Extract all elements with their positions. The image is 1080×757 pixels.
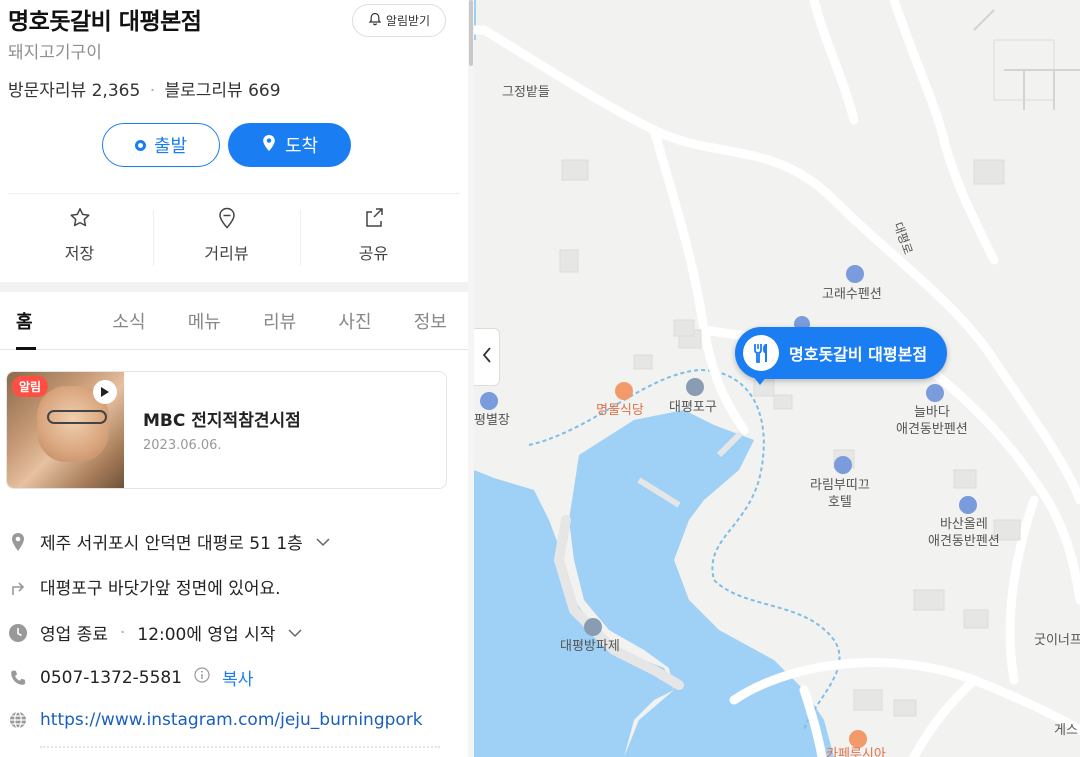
blog-reviews-link[interactable]: 블로그리뷰 669 <box>165 81 281 101</box>
save-button[interactable]: 저장 <box>6 200 153 270</box>
lodging-icon[interactable] <box>480 392 498 410</box>
arrive-button[interactable]: 도착 <box>228 123 351 167</box>
share-label: 공유 <box>358 244 389 263</box>
marker-tail <box>753 376 767 385</box>
action-bar: 저장 거리뷰 공유 <box>6 200 447 270</box>
share-button[interactable]: 공유 <box>300 200 447 270</box>
chevron-down-icon[interactable] <box>315 532 331 552</box>
alarm-label: 알림받기 <box>385 14 431 28</box>
chevron-down-icon[interactable] <box>287 623 303 643</box>
alarm-button[interactable]: 알림받기 <box>352 4 446 37</box>
copy-button[interactable]: 복사 <box>222 665 253 690</box>
depart-label: 출발 <box>153 136 188 157</box>
place-panel: 명호돗갈비 대평본점 돼지고기구이 방문자리뷰 2,365 · 블로그리뷰 66… <box>0 0 468 757</box>
divider <box>8 193 460 194</box>
origin-dot-icon <box>134 139 146 151</box>
map-label-basan[interactable]: 바산올레 애견동반펜션 <box>928 516 1000 550</box>
tab-info[interactable]: 정보 <box>393 292 468 349</box>
tab-photos[interactable]: 사진 <box>317 292 392 349</box>
map-label-goraesu[interactable]: 고래수펜션 <box>822 286 882 303</box>
map-label-guesthouse[interactable]: 굿이너프 <box>1034 632 1080 649</box>
address-row[interactable]: 제주 서귀포시 안덕면 대평로 51 1층 <box>8 529 331 554</box>
place-category: 돼지고기구이 <box>8 43 102 63</box>
news-title: MBC 전지적참견시점 <box>143 411 301 431</box>
map-label-breakwater[interactable]: 대평방파제 <box>560 638 620 655</box>
directions-row: 대평포구 바닷가앞 정면에 있어요. <box>8 574 281 599</box>
breakwater-icon[interactable] <box>584 618 602 636</box>
review-counts: 방문자리뷰 2,365 · 블로그리뷰 669 <box>8 76 281 101</box>
restaurant-icon[interactable] <box>615 382 633 400</box>
next-row-partial <box>40 746 440 757</box>
lodging-icon[interactable] <box>959 496 977 514</box>
tab-reviews[interactable]: 리뷰 <box>242 292 317 349</box>
business-hours: 12:00에 영업 시작 <box>137 625 276 645</box>
phone-icon <box>8 669 28 687</box>
tab-bar: 홈 소식 메뉴 리뷰 사진 정보 <box>0 292 468 350</box>
bell-icon <box>368 12 382 29</box>
dot-separator: · <box>119 622 126 643</box>
news-card[interactable]: 알림 MBC 전지적참견시점 2023.06.06. <box>6 371 447 489</box>
hours-row[interactable]: 영업 종료 · 12:00에 영업 시작 <box>8 620 303 645</box>
location-pin-icon <box>8 532 28 552</box>
tab-news[interactable]: 소식 <box>91 292 166 349</box>
marker-label: 명호돗갈비 대평본점 <box>789 345 928 364</box>
address-text: 제주 서귀포시 안덕면 대평로 51 1층 <box>40 534 303 554</box>
turn-arrow-icon <box>8 578 28 596</box>
collapse-panel-button[interactable] <box>474 328 500 386</box>
depart-button[interactable]: 출발 <box>102 123 220 167</box>
save-label: 저장 <box>64 244 95 263</box>
globe-icon <box>8 711 28 729</box>
visitor-reviews-link[interactable]: 방문자리뷰 2,365 <box>8 81 140 101</box>
thumbnail-glasses <box>47 410 107 424</box>
star-icon <box>68 206 92 234</box>
map-label-port[interactable]: 대평포구 <box>669 399 717 416</box>
map-label-field: 그정밭들 <box>502 85 550 100</box>
arrive-label: 도착 <box>284 136 319 157</box>
scrollbar-thumb[interactable] <box>469 0 473 66</box>
lodging-icon[interactable] <box>926 384 944 402</box>
lodging-icon[interactable] <box>846 265 864 283</box>
tab-home[interactable]: 홈 <box>0 292 91 350</box>
notice-badge: 알림 <box>12 376 49 397</box>
clock-icon <box>8 623 28 643</box>
directions-text: 대평포구 바닷가앞 정면에 있어요. <box>40 579 281 599</box>
lodging-icon[interactable] <box>834 456 852 474</box>
restaurant-icon <box>743 335 779 371</box>
news-date: 2023.06.06. <box>143 438 222 453</box>
chevron-left-icon <box>482 346 492 368</box>
share-icon <box>362 206 386 234</box>
phone-number[interactable]: 0507-1372-5581 <box>40 668 182 688</box>
play-icon[interactable] <box>93 380 117 404</box>
business-status: 영업 종료 <box>40 625 108 645</box>
info-circle-icon[interactable] <box>194 667 210 688</box>
phone-row: 0507-1372-5581 복사 <box>8 665 253 690</box>
place-title: 명호돗갈비 대평본점 <box>8 9 202 35</box>
map-label-east[interactable]: 게스 <box>1054 722 1078 739</box>
map-label-neulbada[interactable]: 늘바다 애견동반펜션 <box>896 404 968 438</box>
website-link[interactable]: https://www.instagram.com/jeju_burningpo… <box>40 710 423 730</box>
port-icon[interactable] <box>686 378 704 396</box>
place-marker[interactable]: 명호돗갈비 대평본점 <box>735 327 948 379</box>
location-pin-icon <box>261 134 277 157</box>
street-view-pin-icon <box>215 206 239 234</box>
map-label-myungmul[interactable]: 명물식당 <box>596 402 644 419</box>
dot-separator: · <box>149 81 156 101</box>
street-view-button[interactable]: 거리뷰 <box>153 200 300 270</box>
map-label-larim[interactable]: 라림부띠끄 호텔 <box>810 477 870 511</box>
map-label-cafe[interactable]: 카페루시아 <box>826 746 886 757</box>
news-thumbnail: 알림 <box>7 372 124 488</box>
street-view-label: 거리뷰 <box>204 244 249 263</box>
map-label-byeoljang[interactable]: 평별장 <box>474 412 510 429</box>
website-row: https://www.instagram.com/jeju_burningpo… <box>8 710 423 730</box>
section-separator <box>0 282 468 292</box>
tab-menu[interactable]: 메뉴 <box>167 292 242 349</box>
